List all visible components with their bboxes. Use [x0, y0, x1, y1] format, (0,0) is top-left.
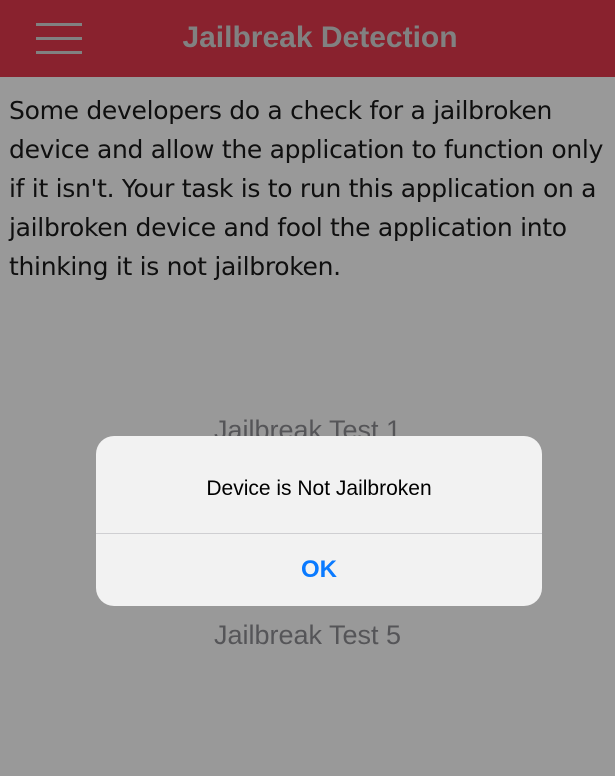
- alert-ok-button[interactable]: OK: [96, 534, 542, 606]
- app-screen: Jailbreak Detection Some developers do a…: [0, 0, 615, 776]
- alert-dialog: Device is Not Jailbroken OK: [96, 436, 542, 606]
- alert-message: Device is Not Jailbroken: [206, 477, 432, 500]
- modal-dim-overlay: [0, 0, 615, 776]
